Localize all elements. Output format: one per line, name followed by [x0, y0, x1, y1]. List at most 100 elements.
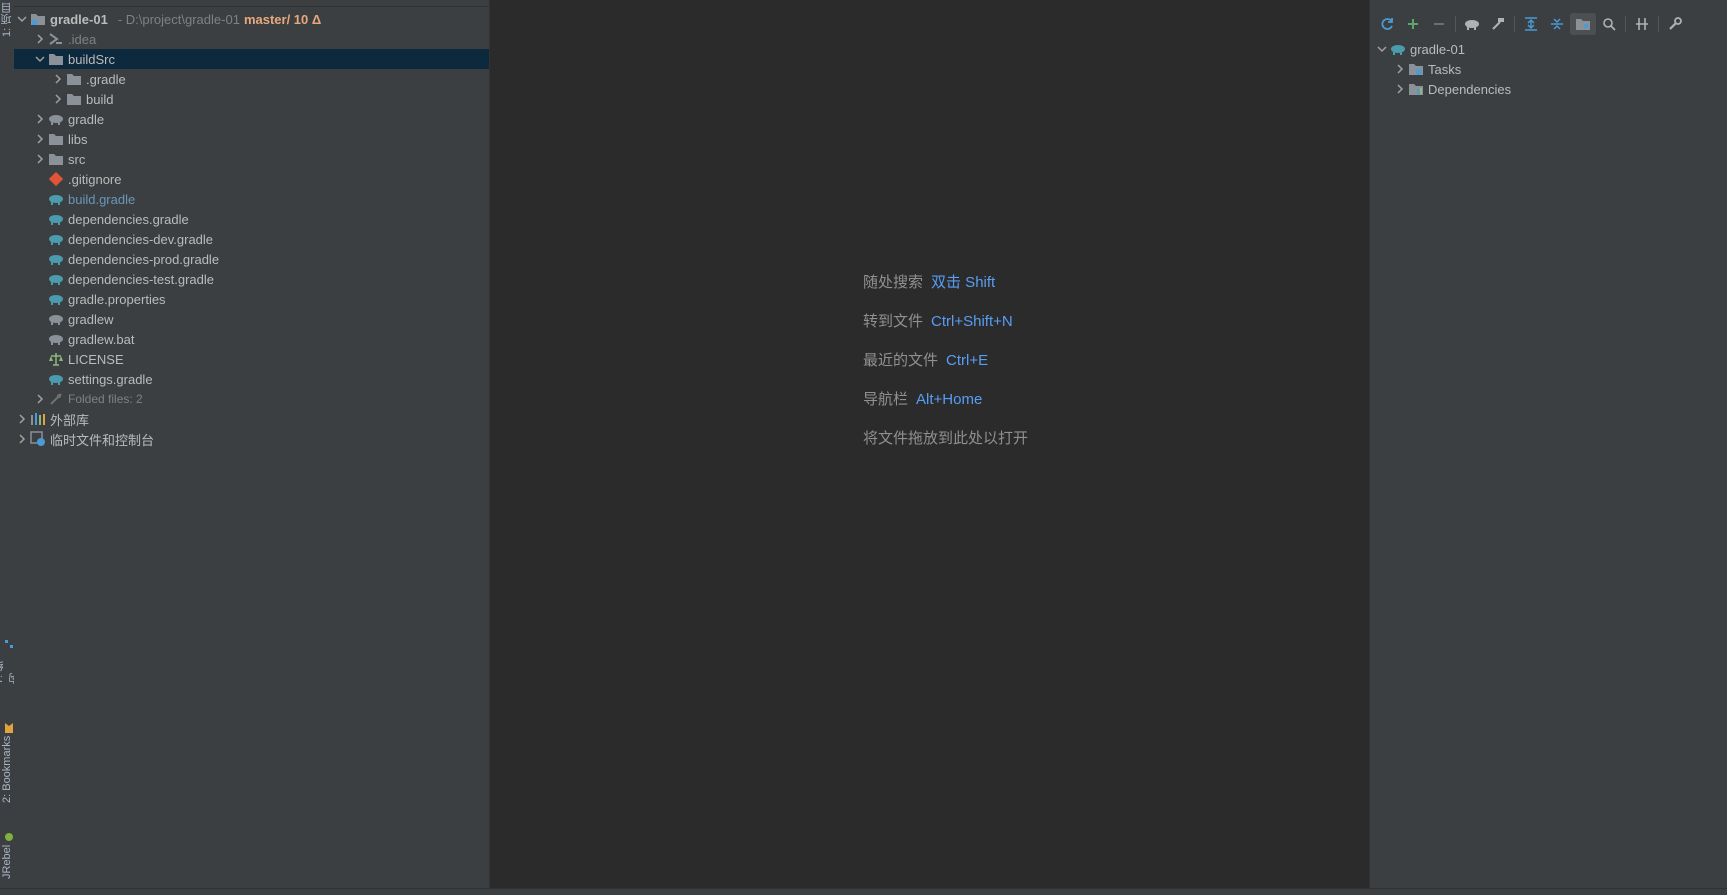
tree-item[interactable]: build — [14, 89, 489, 109]
item-label: gradlew.bat — [68, 331, 135, 347]
tab-project[interactable]: 1: 项目 — [0, 0, 14, 40]
folder-icon — [48, 151, 64, 167]
tree-item[interactable]: .idea — [14, 29, 489, 49]
gradle-tree-root[interactable]: gradle-01 — [1374, 39, 1714, 59]
gradle-elephant-icon — [48, 331, 64, 347]
search-icon[interactable] — [1596, 13, 1622, 35]
chevron-down-icon[interactable] — [1374, 39, 1390, 59]
idea-folder-icon — [48, 31, 64, 47]
chevron-right-icon[interactable] — [50, 89, 66, 109]
library-icon — [30, 411, 46, 427]
scratch-console-icon — [30, 431, 46, 447]
tree-item[interactable]: dependencies-prod.gradle — [14, 249, 489, 269]
hammer-icon[interactable] — [1485, 13, 1511, 35]
gradle-file-icon — [48, 191, 64, 207]
hint-text: 转到文件 — [863, 313, 924, 330]
gradle-tree-item-dependencies[interactable]: Dependencies — [1392, 79, 1712, 99]
tab-jrebel-label: JRebel — [1, 844, 13, 879]
tree-item[interactable]: libs — [14, 129, 489, 149]
tree-item[interactable]: dependencies-dev.gradle — [14, 229, 489, 249]
elephant-icon[interactable] — [1459, 13, 1485, 35]
toggle-offline-icon[interactable] — [1629, 13, 1655, 35]
item-label: build.gradle — [68, 191, 136, 207]
tree-item[interactable]: dependencies-test.gradle — [14, 269, 489, 289]
license-scale-icon — [48, 351, 64, 367]
chevron-right-icon[interactable] — [32, 109, 48, 129]
tree-item-selected[interactable]: buildSrc — [14, 49, 489, 69]
chevron-down-icon[interactable] — [32, 49, 48, 69]
tree-item[interactable]: settings.gradle — [14, 369, 489, 389]
chevron-right-icon[interactable] — [32, 389, 48, 409]
tree-item[interactable]: gradlew — [14, 309, 489, 329]
chevron-right-icon[interactable] — [32, 129, 48, 149]
tree-item[interactable]: Folded files: 2 — [14, 389, 489, 409]
chevron-right-icon[interactable] — [50, 69, 66, 89]
hint-navigation-bar: 导航栏 Alt+Home — [863, 388, 982, 410]
chevron-right-icon[interactable] — [1392, 59, 1408, 79]
gradle-tasks-label: Tasks — [1428, 61, 1462, 77]
folder-icon — [66, 71, 82, 87]
item-label: settings.gradle — [68, 371, 153, 387]
tree-item[interactable]: gradle — [14, 109, 489, 129]
group-modules-icon[interactable] — [1570, 13, 1596, 35]
editor-area[interactable]: 随处搜索 双击 Shift 转到文件 Ctrl+Shift+N 最近的文件 Ctrl+… — [490, 0, 1368, 888]
tree-item[interactable]: LICENSE — [14, 349, 489, 369]
item-label: dependencies-prod.gradle — [68, 251, 220, 267]
gradle-root-label: gradle-01 — [1410, 41, 1465, 57]
minus-icon[interactable] — [1426, 13, 1452, 35]
item-label: src — [68, 151, 86, 167]
dependencies-folder-icon — [1408, 81, 1424, 97]
root-name: gradle-01 — [50, 11, 108, 27]
item-label: dependencies-dev.gradle — [68, 231, 214, 247]
tab-structure[interactable]: 7: 结构 — [0, 640, 21, 684]
item-label: build — [86, 91, 114, 107]
chevron-right-icon[interactable] — [14, 409, 30, 429]
expand-all-icon[interactable] — [1518, 13, 1544, 35]
chevron-right-icon[interactable] — [14, 429, 30, 449]
refresh-icon[interactable] — [1374, 13, 1400, 35]
jrebel-icon — [3, 833, 13, 842]
toolbar-separator — [1455, 16, 1456, 32]
item-label: gradle.properties — [68, 291, 166, 307]
folded-files-icon — [48, 391, 64, 407]
bookmark-icon — [3, 722, 13, 733]
gradle-panel: gradle-01 Tasks Dependencies — [1369, 0, 1727, 888]
hint-shortcut: Ctrl+Shift+N — [931, 313, 1013, 330]
item-label: libs — [68, 131, 88, 147]
gradle-dependencies-label: Dependencies — [1428, 81, 1512, 97]
tab-bookmarks[interactable]: 2: Bookmarks — [0, 718, 14, 810]
gradle-file-icon — [48, 251, 64, 267]
tree-item[interactable]: 外部库 — [14, 409, 489, 429]
tree-item[interactable]: gradle.properties — [14, 289, 489, 309]
chevron-right-icon[interactable] — [1392, 79, 1408, 99]
tab-jrebel[interactable]: JRebel — [0, 828, 14, 884]
gradle-file-icon — [48, 231, 64, 247]
hint-text: 将文件拖放到此处以打开 — [863, 430, 1029, 447]
left-tool-stripe: 1: 项目 7: 结构 2: Bookmarks JRebel — [0, 0, 21, 894]
folder-icon — [48, 131, 64, 147]
gradle-tree-item-tasks[interactable]: Tasks — [1392, 59, 1712, 79]
tree-item[interactable]: 临时文件和控制台 — [14, 429, 489, 449]
plus-icon[interactable] — [1400, 13, 1426, 35]
chevron-right-icon[interactable] — [32, 29, 48, 49]
structure-icon — [3, 640, 13, 648]
tree-item[interactable]: src — [14, 149, 489, 169]
tree-root[interactable]: gradle-01 - D:\project\gradle-01 master/… — [14, 9, 489, 29]
wrench-icon[interactable] — [1662, 13, 1688, 35]
hint-drop-files: 将文件拖放到此处以打开 — [863, 427, 1028, 449]
tree-item[interactable]: dependencies.gradle — [14, 209, 489, 229]
chevron-right-icon[interactable] — [32, 149, 48, 169]
item-label: dependencies-test.gradle — [68, 271, 214, 287]
tree-item[interactable]: build.gradle — [14, 189, 489, 209]
item-label: .idea — [68, 31, 97, 47]
hint-shortcut: 双击 Shift — [931, 274, 996, 291]
tree-item[interactable]: .gradle — [14, 69, 489, 89]
collapse-all-icon[interactable] — [1544, 13, 1570, 35]
hint-text: 导航栏 — [863, 391, 909, 408]
hint-recent-files: 最近的文件 Ctrl+E — [863, 349, 988, 371]
tree-item[interactable]: .gitignore — [14, 169, 489, 189]
chevron-down-icon[interactable] — [14, 9, 30, 29]
gradle-file-icon — [48, 291, 64, 307]
tab-project-label: 1: 项目 — [1, 2, 13, 38]
tree-item[interactable]: gradlew.bat — [14, 329, 489, 349]
